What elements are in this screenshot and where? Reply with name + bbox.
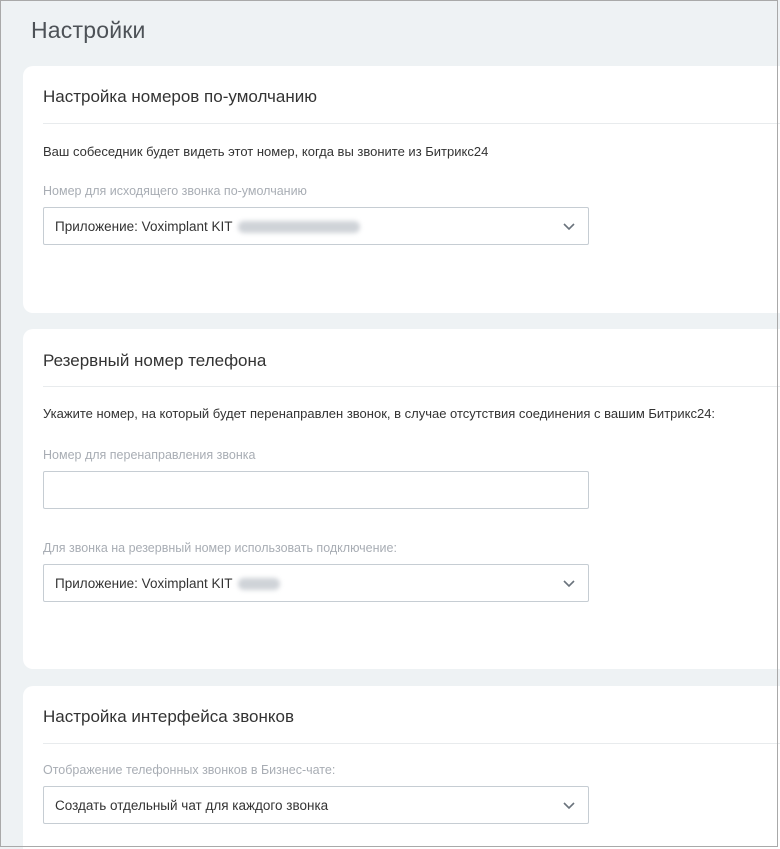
page-title: Настройки [31, 17, 146, 43]
divider [43, 743, 780, 744]
connection-label: Для звонка на резервный номер использова… [43, 541, 397, 555]
call-display-label: Отображение телефонных звонков в Бизнес-… [43, 763, 336, 777]
chevron-down-icon [563, 223, 575, 231]
outgoing-number-value: Приложение: Voximplant KIT [55, 219, 361, 234]
call-display-value: Создать отдельный чат для каждого звонка [55, 798, 329, 813]
chevron-down-icon [563, 802, 575, 810]
default-numbers-card: Настройка номеров по-умолчанию Ваш собес… [23, 66, 780, 313]
divider [43, 386, 780, 387]
redacted-number [238, 221, 361, 234]
call-interface-title: Настройка интерфейса звонков [43, 707, 295, 726]
connection-value: Приложение: Voximplant KIT [55, 576, 281, 591]
backup-number-description: Укажите номер, на который будет перенапр… [43, 406, 716, 421]
connection-select[interactable]: Приложение: Voximplant KIT [43, 564, 589, 602]
redirect-number-input[interactable] [43, 471, 589, 509]
outgoing-number-label: Номер для исходящего звонка по-умолчанию [43, 184, 307, 198]
call-display-select[interactable]: Создать отдельный чат для каждого звонка [43, 786, 589, 824]
redirect-number-label: Номер для перенаправления звонка [43, 448, 256, 462]
redacted-number [238, 578, 281, 591]
default-numbers-title: Настройка номеров по-умолчанию [43, 87, 317, 106]
call-interface-card: Настройка интерфейса звонков Отображение… [23, 686, 780, 849]
backup-number-card: Резервный номер телефона Укажите номер, … [23, 329, 780, 669]
backup-number-title: Резервный номер телефона [43, 351, 267, 370]
outgoing-number-select[interactable]: Приложение: Voximplant KIT [43, 207, 589, 245]
divider [43, 123, 780, 124]
default-numbers-description: Ваш собеседник будет видеть этот номер, … [43, 144, 489, 159]
chevron-down-icon [563, 580, 575, 588]
